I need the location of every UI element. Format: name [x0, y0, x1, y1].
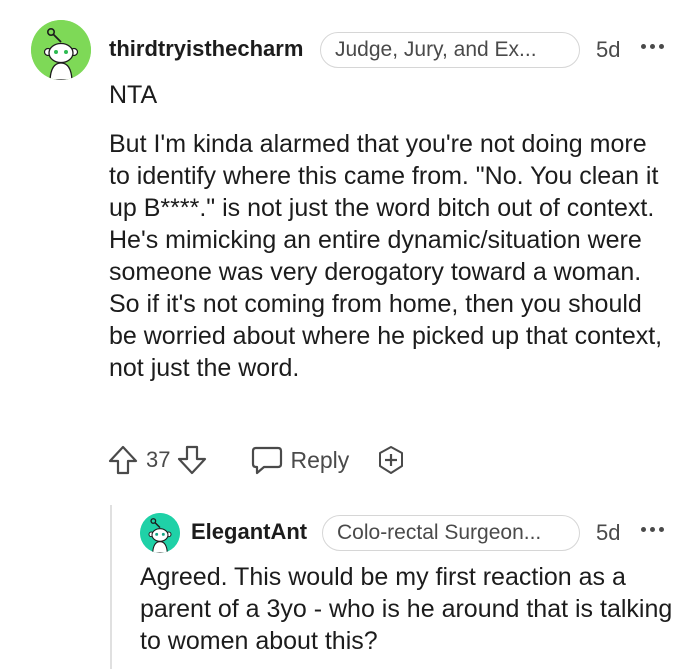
comment-body: Agreed. This would be my first reaction … — [140, 563, 673, 655]
comment-verdict: NTA — [109, 81, 158, 109]
speech-bubble-icon — [250, 444, 284, 476]
username[interactable]: ElegantAnt — [191, 519, 307, 545]
thread-line[interactable] — [110, 505, 112, 669]
vote-count: 37 — [146, 447, 171, 472]
avatar[interactable] — [140, 513, 180, 553]
comment-body: But I'm kinda alarmed that you're not do… — [109, 130, 663, 382]
award-plus-icon[interactable] — [375, 444, 407, 476]
downvote-arrow-icon[interactable] — [176, 444, 208, 476]
more-dots-icon[interactable] — [641, 527, 664, 532]
reply-label: Reply — [290, 446, 350, 473]
user-flair[interactable]: Judge, Jury, and Ex... — [320, 32, 580, 68]
comment-actions: 37 Reply — [107, 443, 407, 477]
avatar[interactable] — [31, 20, 91, 80]
username[interactable]: thirdtryisthecharm — [109, 36, 303, 62]
snoo-avatar-icon — [31, 20, 91, 80]
upvote-arrow-icon[interactable] — [107, 444, 139, 476]
reply-button[interactable]: Reply — [250, 444, 349, 476]
timestamp[interactable]: 5d — [596, 37, 620, 63]
more-dots-icon[interactable] — [641, 44, 664, 49]
snoo-avatar-icon — [140, 513, 180, 553]
timestamp[interactable]: 5d — [596, 520, 620, 546]
user-flair[interactable]: Colo-rectal Surgeon... — [322, 515, 580, 551]
